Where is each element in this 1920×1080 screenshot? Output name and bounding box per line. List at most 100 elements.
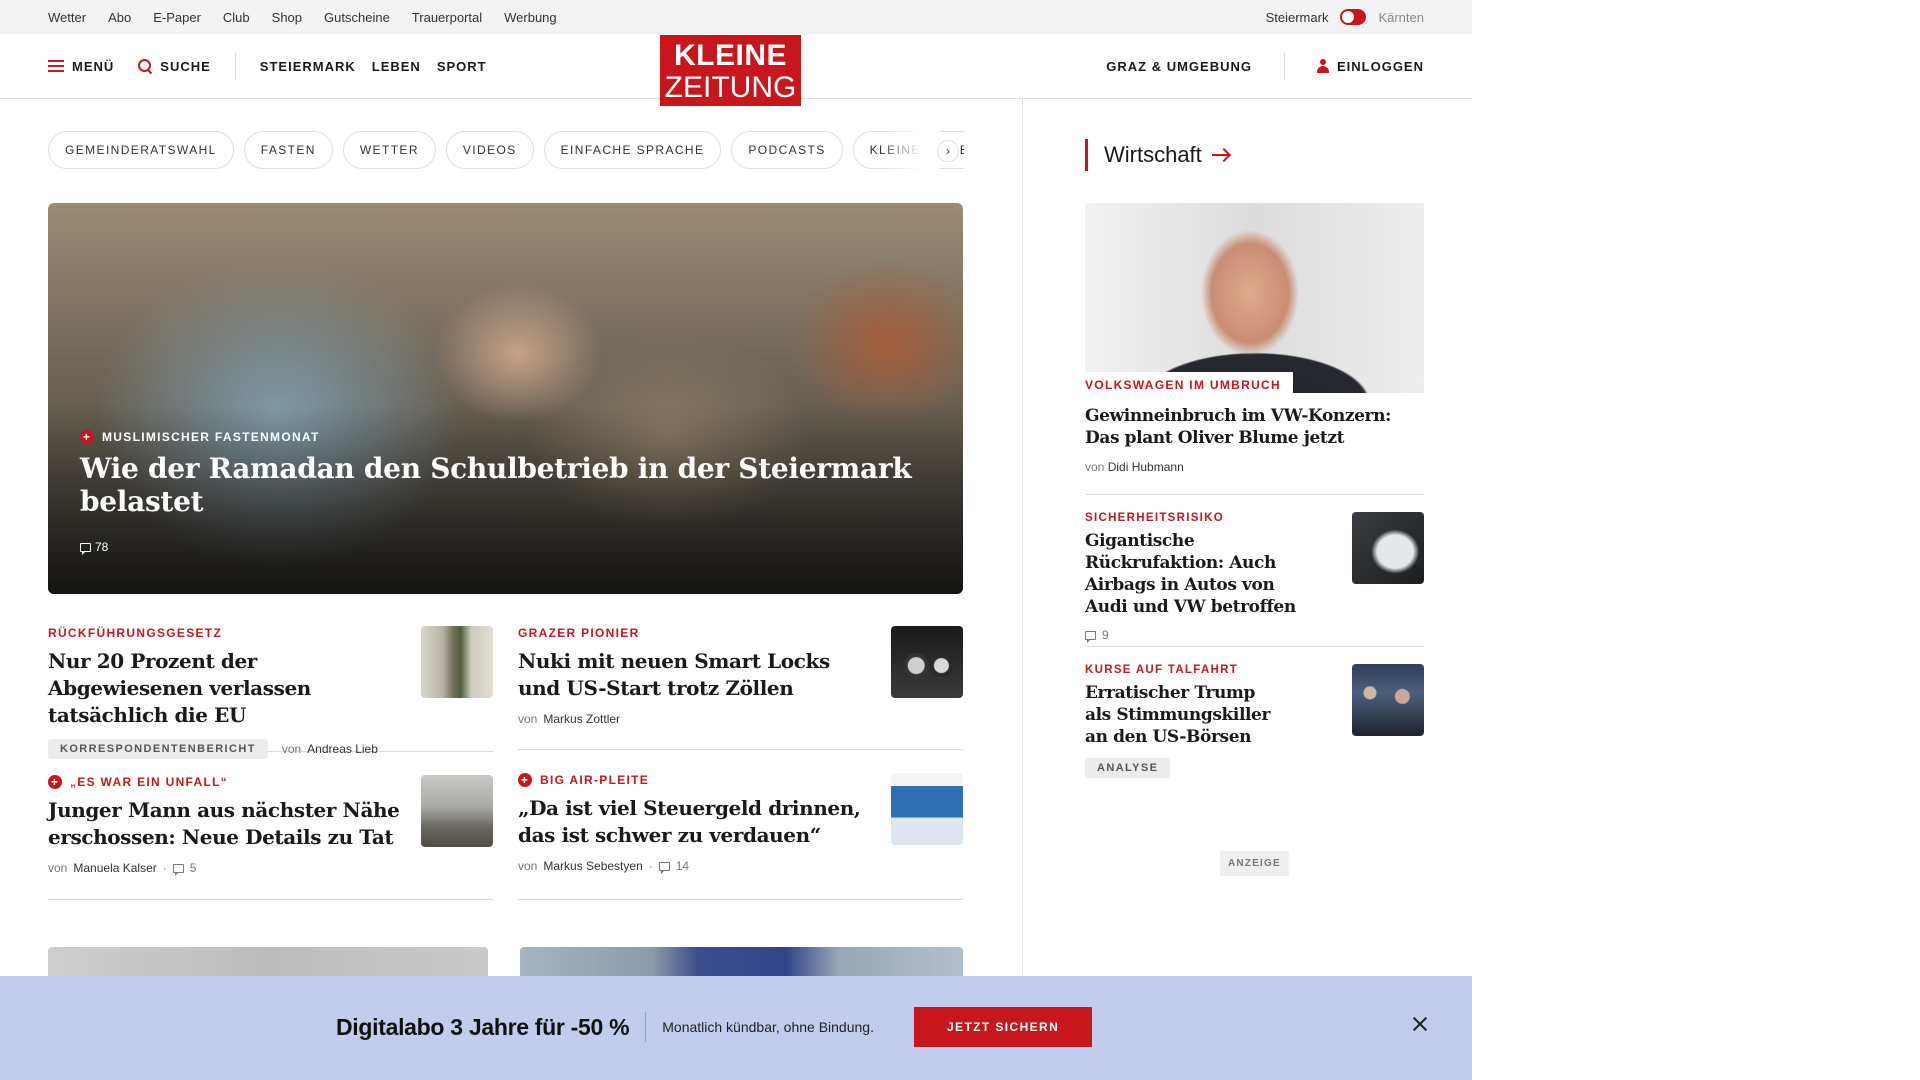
sidebar-item[interactable]: KURSE AUF TALFAHRT Erratischer Trump als…: [1085, 664, 1424, 794]
sidebar-lead-author[interactable]: Didi Hubmann: [1108, 460, 1184, 474]
chip-einfache-sprache[interactable]: EINFACHE SPRACHE: [543, 131, 722, 169]
sidebar-item-title[interactable]: Gigantische Rückrufaktion: Auch Airbags …: [1085, 530, 1320, 618]
sidebar-lead-title[interactable]: Gewinneinbruch im VW-Konzern: Das plant …: [1085, 405, 1424, 449]
nav-steiermark[interactable]: STEIERMARK: [260, 59, 356, 74]
region-kaernten[interactable]: Kärnten: [1378, 10, 1424, 25]
plus-icon: +: [48, 775, 62, 789]
teaser-title[interactable]: Junger Mann aus nächster Nähe erschossen…: [48, 797, 408, 851]
menu-button[interactable]: MENÜ: [48, 59, 114, 74]
teaser-title[interactable]: „Da ist viel Steuergeld drinnen, das ist…: [518, 795, 878, 849]
utility-bar: Wetter Abo E-Paper Club Shop Gutscheine …: [0, 0, 1472, 34]
chip-gemeinderatswahl[interactable]: GEMEINDERATSWAHL: [48, 131, 234, 169]
teaser-comment-count[interactable]: 5: [190, 861, 197, 875]
sidebar-lead-meta: von Didi Hubmann: [1085, 460, 1184, 474]
header-divider: [234, 52, 236, 80]
utility-link-shop[interactable]: Shop: [272, 10, 302, 25]
teaser-thumbnail[interactable]: [891, 626, 963, 698]
utility-links: Wetter Abo E-Paper Club Shop Gutscheine …: [48, 0, 557, 34]
sidebar-item-title[interactable]: Erratischer Trump als Stimmungskiller an…: [1085, 682, 1285, 748]
sidebar-item-meta: ANALYSE: [1085, 758, 1424, 778]
chips-fade: [880, 131, 940, 171]
header-nav: STEIERMARK LEBEN SPORT: [260, 59, 487, 74]
sidebar-item-thumbnail[interactable]: [1352, 664, 1424, 736]
subscription-banner: Digitalabo 3 Jahre für -50 % Monatlich k…: [0, 976, 1472, 1080]
sidebar-lead-kicker: VOLKSWAGEN IM UMBRUCH: [1085, 372, 1293, 396]
article-teaser[interactable]: GRAZER PIONIER Nuki mit neuen Smart Lock…: [518, 626, 963, 750]
sidebar-item-comment-count[interactable]: 9: [1102, 628, 1109, 642]
region-switch: Steiermark Kärnten: [1266, 0, 1424, 34]
chip-wetter[interactable]: WETTER: [342, 131, 436, 169]
hero-title[interactable]: Wie der Ramadan den Schulbetrieb in der …: [80, 452, 963, 518]
subscription-banner-content: Digitalabo 3 Jahre für -50 % Monatlich k…: [336, 1007, 1093, 1047]
teaser-title[interactable]: Nur 20 Prozent der Abgewiesenen verlasse…: [48, 648, 408, 729]
sidebar-divider: [1085, 646, 1424, 647]
region-toggle[interactable]: [1340, 9, 1367, 25]
ad-label: ANZEIGE: [1220, 851, 1289, 876]
section-title[interactable]: Wirtschaft: [1104, 142, 1202, 168]
nav-sport[interactable]: SPORT: [437, 59, 487, 74]
utility-link-abo[interactable]: Abo: [108, 10, 131, 25]
viewport-background: [1472, 0, 1920, 1080]
hero-comments[interactable]: 78: [80, 540, 963, 555]
utility-link-club[interactable]: Club: [223, 10, 250, 25]
article-teaser[interactable]: RÜCKFÜHRUNGSGESETZ Nur 20 Prozent der Ab…: [48, 626, 493, 759]
teaser-meta: von Markus Sebestyen · 14: [518, 859, 963, 874]
sidebar-item-thumbnail[interactable]: [1352, 512, 1424, 584]
login-button[interactable]: EINLOGGEN: [1316, 59, 1424, 74]
teaser-thumbnail[interactable]: [891, 773, 963, 845]
teaser-thumbnail[interactable]: [421, 775, 493, 847]
sidebar-lead-image[interactable]: [1085, 203, 1424, 393]
hero-article[interactable]: + MUSLIMISCHER FASTENMONAT Wie der Ramad…: [48, 203, 963, 594]
utility-link-epaper[interactable]: E-Paper: [153, 10, 201, 25]
teaser-meta: von Manuela Kalser · 5: [48, 861, 493, 876]
teaser-thumbnail[interactable]: [421, 626, 493, 698]
chevron-right-icon[interactable]: ›: [937, 140, 959, 162]
utility-link-wetter[interactable]: Wetter: [48, 10, 86, 25]
teaser-author[interactable]: Markus Zottler: [543, 712, 620, 726]
section-header-wirtschaft[interactable]: Wirtschaft: [1085, 139, 1230, 171]
comment-icon: [658, 861, 670, 874]
chip-podcasts[interactable]: PODCASTS: [731, 131, 843, 169]
search-button[interactable]: SUCHE: [138, 59, 211, 74]
logo-line-1: KLEINE: [673, 39, 787, 72]
teaser-author[interactable]: Manuela Kalser: [73, 861, 156, 875]
article-teaser[interactable]: + „ES WAR EIN UNFALL“ Junger Mann aus nä…: [48, 775, 493, 900]
comment-icon: [80, 542, 91, 555]
close-icon[interactable]: [1410, 1014, 1430, 1034]
arrow-right-icon: [1211, 148, 1230, 162]
teaser-title[interactable]: Nuki mit neuen Smart Locks und US-Start …: [518, 648, 878, 702]
teaser-author[interactable]: Andreas Lieb: [307, 742, 378, 756]
plus-icon: +: [80, 430, 94, 444]
teaser-author[interactable]: Markus Sebestyen: [543, 859, 642, 873]
utility-link-trauerportal[interactable]: Trauerportal: [412, 10, 482, 25]
promo-title: Digitalabo 3 Jahre für -50 %: [336, 1013, 630, 1040]
site-logo[interactable]: KLEINE ZEITUNG: [660, 35, 801, 106]
nav-leben[interactable]: LEBEN: [372, 59, 421, 74]
teaser-by: von: [518, 859, 538, 873]
sidebar-divider: [1085, 494, 1424, 495]
promo-cta-button[interactable]: JETZT SICHERN: [913, 1007, 1093, 1047]
page: Wetter Abo E-Paper Club Shop Gutscheine …: [0, 0, 1472, 1080]
region-steiermark[interactable]: Steiermark: [1266, 10, 1329, 25]
teaser-meta: von Markus Zottler: [518, 712, 963, 726]
utility-link-werbung[interactable]: Werbung: [504, 10, 557, 25]
teaser-image-partial[interactable]: [48, 947, 488, 977]
chip-fasten[interactable]: FASTEN: [243, 131, 333, 169]
promo-subtitle: Monatlich kündbar, ohne Bindung.: [662, 1019, 874, 1035]
hamburger-icon: [48, 60, 64, 72]
hero-overlay: + MUSLIMISCHER FASTENMONAT Wie der Ramad…: [80, 430, 963, 555]
teaser-meta: KORRESPONDENTENBERICHT von Andreas Lieb: [48, 739, 493, 759]
user-icon: [1316, 59, 1329, 73]
sidebar-item[interactable]: SICHERHEITSRISIKO Gigantische Rückrufakt…: [1085, 512, 1424, 643]
location-link[interactable]: GRAZ & UMGEBUNG: [1106, 59, 1252, 74]
teaser-image-partial[interactable]: [520, 947, 963, 977]
search-label: SUCHE: [160, 58, 211, 74]
chip-videos[interactable]: VIDEOS: [445, 131, 534, 169]
article-teaser[interactable]: + BIG AIR-PLEITE „Da ist viel Steuergeld…: [518, 773, 963, 900]
logo-line-2: ZEITUNG: [664, 71, 797, 104]
header-left: MENÜ SUCHE STEIERMARK LEBEN SPORT: [48, 34, 487, 98]
teaser-comment-count[interactable]: 14: [676, 859, 689, 873]
utility-link-gutscheine[interactable]: Gutscheine: [324, 10, 390, 25]
teaser-kicker-text: BIG AIR-PLEITE: [540, 773, 650, 787]
menu-label: MENÜ: [72, 58, 115, 74]
